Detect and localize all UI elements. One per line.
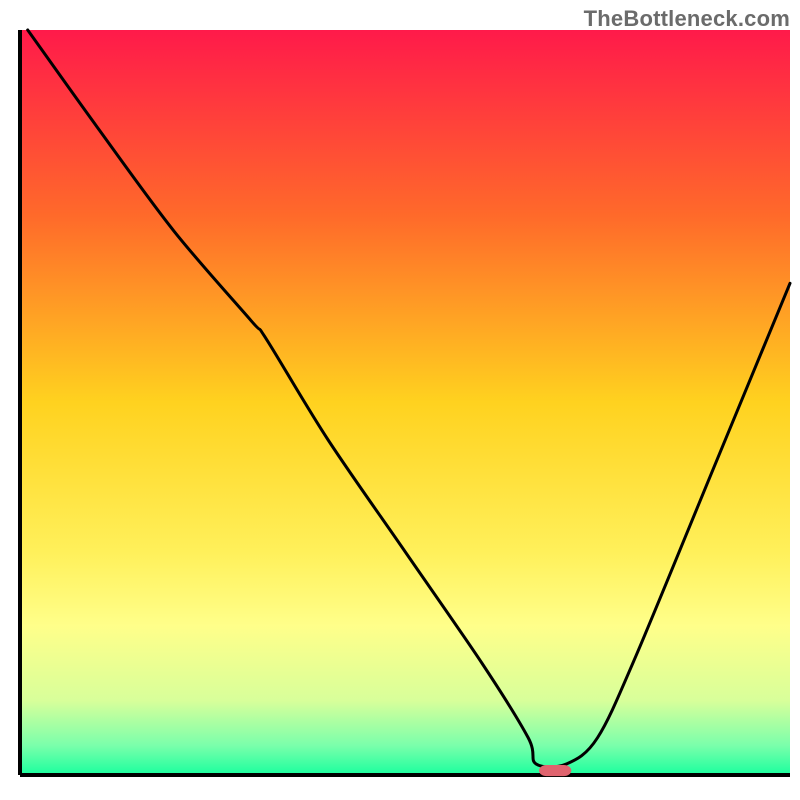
optimal-marker — [539, 765, 571, 776]
gradient-background — [20, 30, 790, 775]
watermark-text: TheBottleneck.com — [584, 6, 790, 32]
chart-container: TheBottleneck.com — [0, 0, 800, 800]
chart-svg — [0, 0, 800, 800]
